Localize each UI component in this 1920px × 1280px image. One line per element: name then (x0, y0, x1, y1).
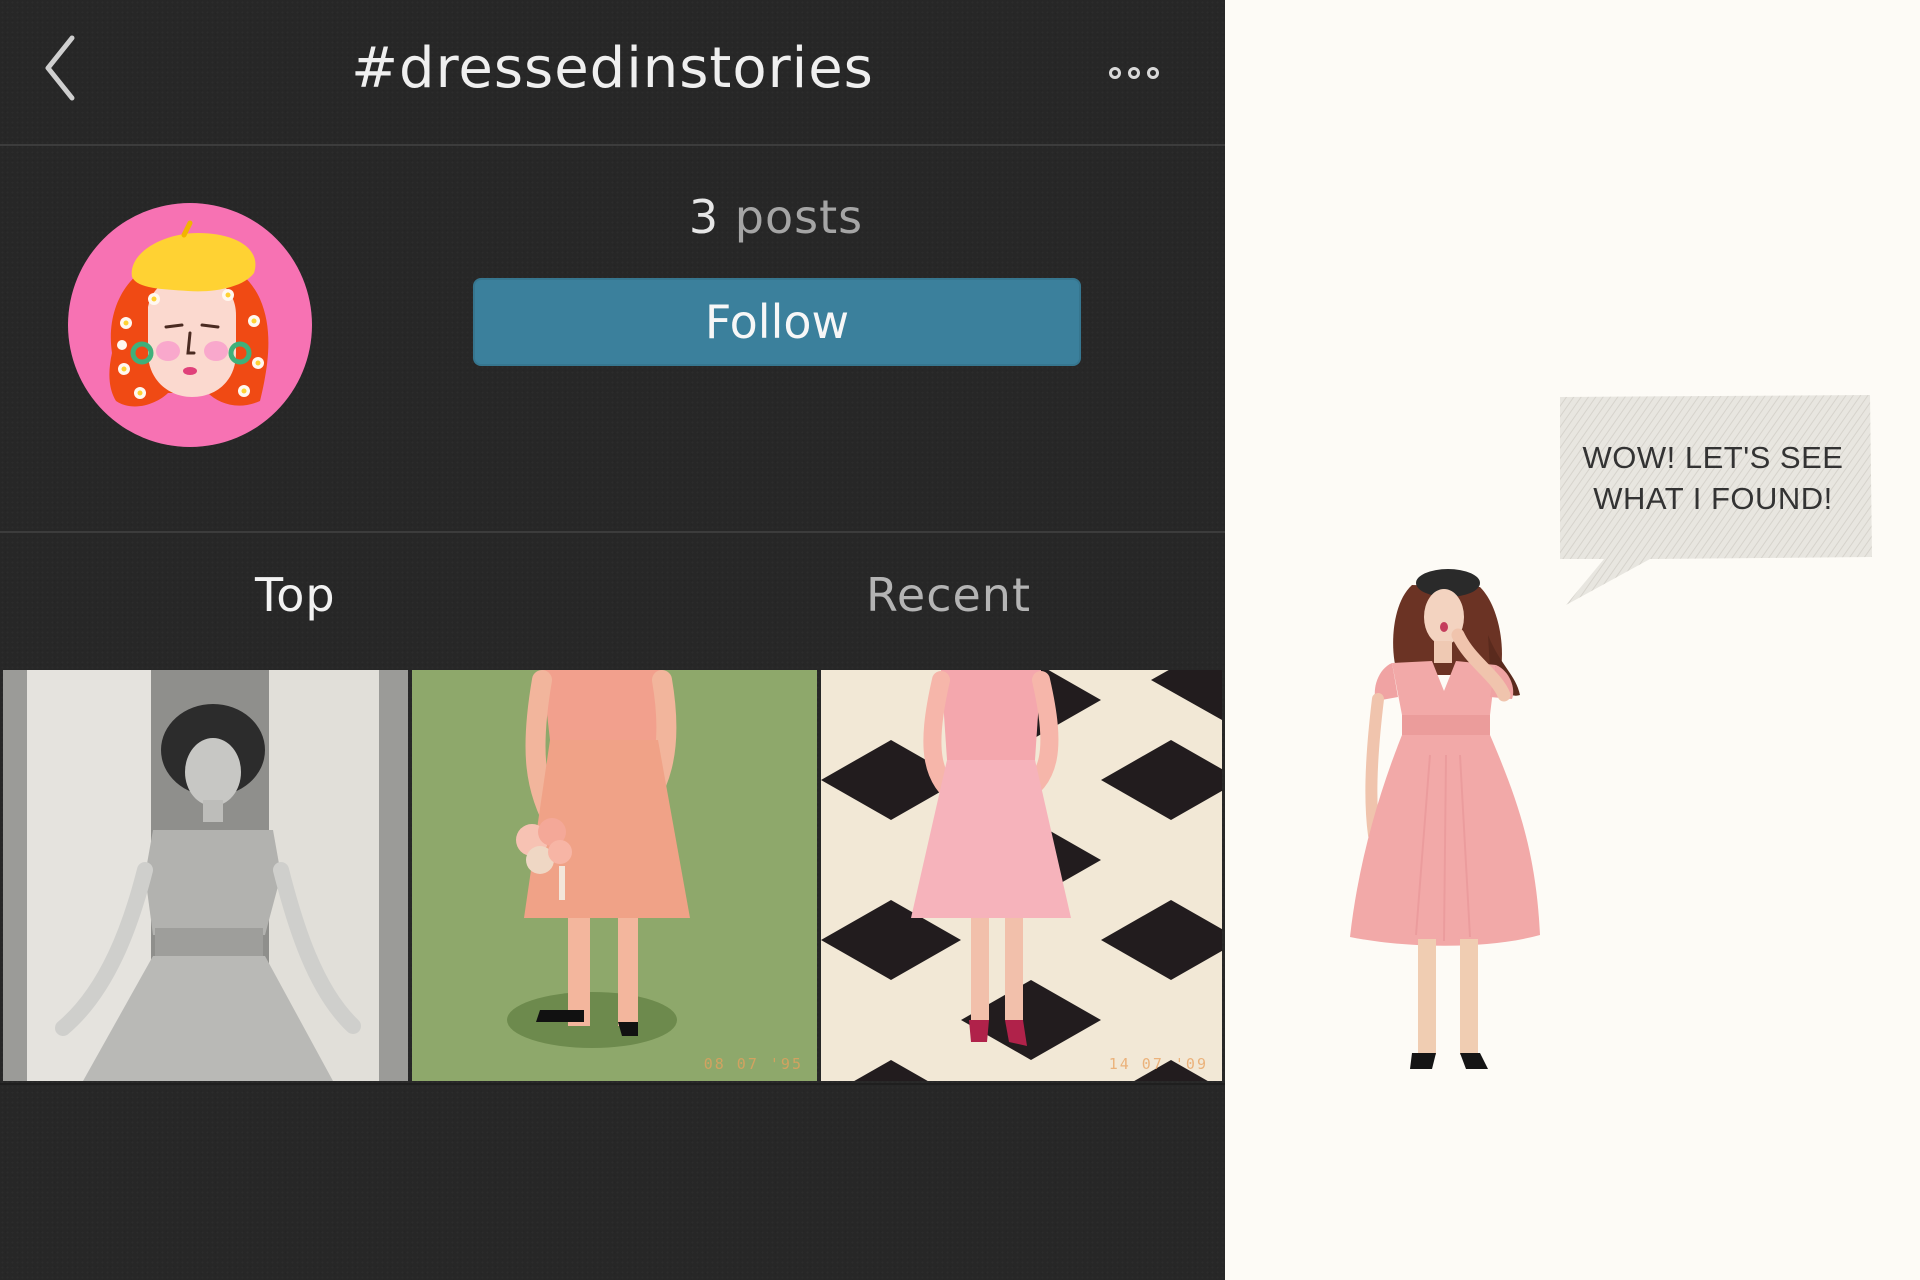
tab-recent[interactable]: Recent (866, 568, 1031, 622)
story-illustration-panel: WOW! LET'S SEE WHAT I FOUND! (1225, 0, 1920, 1280)
more-horizontal-icon (1109, 67, 1159, 79)
speech-bubble-text: WOW! LET'S SEE WHAT I FOUND! (1554, 437, 1872, 519)
phone-screen: #dressedinstories 3 posts Follow Top Rec… (0, 0, 1225, 1280)
posts-count-line: 3 posts (473, 190, 1079, 244)
more-options-button[interactable] (1100, 56, 1170, 90)
follow-button[interactable]: Follow (473, 278, 1081, 366)
speech-line: WHAT I FOUND! (1593, 481, 1833, 516)
hashtag-avatar (68, 203, 312, 447)
profile-divider (0, 531, 1225, 533)
post-thumbnail-3[interactable]: 14 07 '09 (821, 670, 1222, 1081)
tab-top[interactable]: Top (255, 568, 336, 622)
speech-line: WOW! LET'S SEE (1582, 440, 1844, 475)
header-divider (0, 144, 1225, 146)
header-bar: #dressedinstories (0, 0, 1225, 144)
post-thumbnail-1[interactable] (3, 670, 408, 1081)
woman-in-pink-dress-illustration (1350, 569, 1540, 1069)
post-thumbnail-2[interactable]: 08 07 '95 (412, 670, 817, 1081)
posts-count: 3 (688, 190, 720, 244)
posts-label: posts (734, 190, 864, 244)
post-date-stamp: 08 07 '95 (703, 1055, 803, 1073)
grid-bottom-divider (0, 1083, 1225, 1085)
page-title: #dressedinstories (351, 36, 874, 101)
post-date-stamp: 14 07 '09 (1108, 1055, 1208, 1073)
